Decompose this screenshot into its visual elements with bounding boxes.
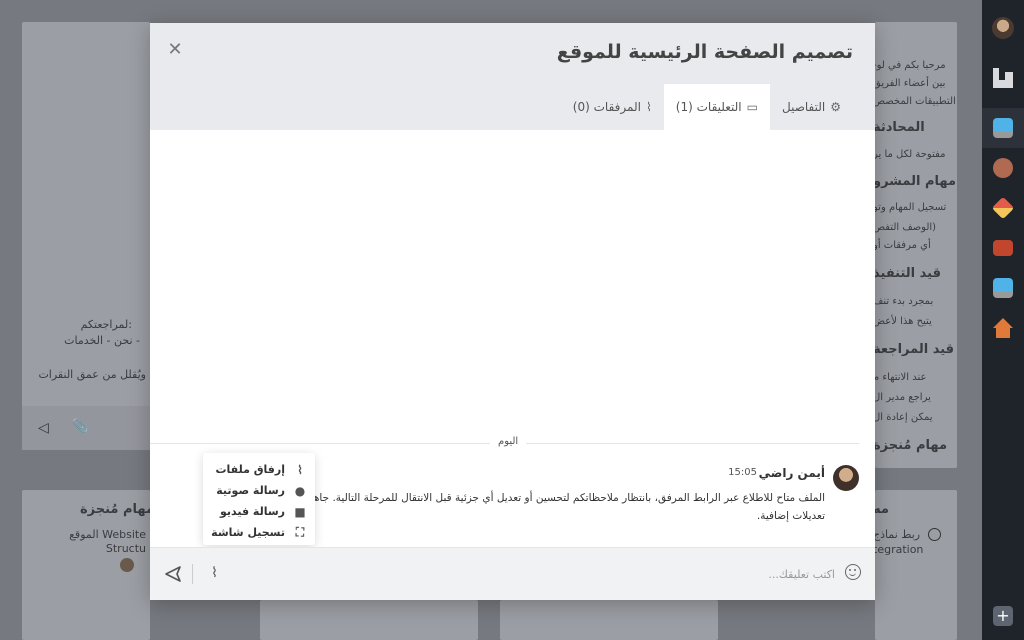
card-text: التطبيقات المخصص [875, 96, 956, 107]
board-card-left: لمراجعتكم: نحن - الخدمات - ويُقلل من عمق… [22, 22, 150, 450]
card-text: نحن - الخدمات - [64, 334, 140, 347]
sidebar-item-briefcase[interactable] [982, 228, 1024, 268]
card-text: يتيح هذا لأعض [875, 316, 932, 327]
microphone-icon: ● [294, 483, 306, 498]
user-avatar[interactable] [982, 8, 1024, 48]
board-card-bottom [260, 600, 478, 640]
card-text: بين أعضاء الفريق [875, 78, 946, 89]
screen-record-icon: ⛶ [295, 525, 305, 539]
avatar[interactable] [833, 465, 859, 491]
add-workspace-button[interactable]: + [993, 606, 1013, 626]
tab-label: المرفقات (0) [572, 100, 641, 114]
logo-icon [993, 68, 1013, 88]
card-title: مه [873, 502, 889, 517]
briefcase-icon [993, 240, 1013, 256]
comment-icon: ▭ [746, 100, 758, 114]
send-icon[interactable] [164, 565, 182, 583]
modal-title: تصميم الصفحة الرئيسية للموقع [556, 41, 853, 63]
paperclip-icon: ⌇ [297, 462, 303, 477]
sidebar-item-rocket[interactable] [982, 188, 1024, 228]
sidebar-item-coffee[interactable] [982, 148, 1024, 188]
paperclip-icon[interactable]: 📎 [72, 419, 88, 434]
coffee-icon [993, 158, 1013, 178]
card-text: ويُقلل من عمق النقرات [38, 368, 146, 381]
card-heading: قيد التنفيذ [875, 266, 941, 281]
card-text: Structu [105, 542, 146, 555]
card-text: مفتوحة لكل ما ير [875, 149, 946, 160]
gear-icon: ⚙ [830, 100, 841, 114]
menu-item-label: رسالة صوتية [216, 484, 285, 497]
board-card-bottom-left[interactable]: مهام مُنجزة الموقع Website Structu [22, 490, 154, 640]
card-text: يمكن إعادة ال [875, 412, 933, 423]
avatar [120, 558, 134, 572]
board-card-right: مرحبا بكم في لو- بين أعضاء الفريق التطبي… [875, 22, 957, 468]
tab-attachments[interactable]: ⌇ المرفقات (0) [561, 84, 664, 130]
divider [192, 564, 193, 584]
card-heading: قيد المراجعة [875, 342, 955, 357]
close-icon[interactable]: ✕ [166, 41, 184, 59]
card-heading: مهام مُنجزة [875, 438, 948, 453]
tab-details[interactable]: ⚙ التفاصيل [770, 84, 853, 130]
attach-menu: ⌇ إرفاق ملفات ● رسالة صوتية ■ رسالة فيدي… [203, 453, 315, 545]
menu-item-label: تسجيل شاشة [211, 526, 285, 539]
tab-label: التعليقات (1) [675, 100, 742, 114]
checkbox[interactable] [928, 528, 941, 541]
card-title: مهام مُنجزة [79, 502, 154, 517]
tab-bar: ⚙ التفاصيل ▭ التعليقات (1) ⌇ المرفقات (0… [561, 84, 853, 130]
video-camera-icon: ■ [294, 504, 306, 519]
app-logo[interactable] [982, 58, 1024, 98]
laptop-icon [993, 118, 1013, 138]
card-footer: ◁ 📎 [22, 406, 150, 450]
task-modal: تصميم الصفحة الرئيسية للموقع ✕ ⚙ التفاصي… [150, 23, 875, 600]
card-text: الموقع Website [69, 528, 146, 541]
card-text: (الوصف التفص [875, 222, 937, 233]
card-text: لمراجعتكم: [80, 318, 132, 331]
sidebar-item-laptop[interactable] [982, 108, 1024, 148]
card-text: أي مرفقات أو [875, 240, 931, 251]
comment-input[interactable] [375, 562, 835, 586]
board-card-bottom-right[interactable]: مه ربط نماذج tegration [873, 490, 957, 640]
menu-item-label: رسالة فيديو [220, 505, 285, 518]
sidebar-item-laptop-2[interactable] [982, 268, 1024, 308]
send-icon[interactable]: ◁ [38, 420, 49, 436]
card-text: tegration [873, 543, 924, 556]
card-text: بمجرد بدء تنف [875, 296, 934, 307]
card-text: تسجيل المهام وتو [875, 202, 947, 213]
sidebar-item-house[interactable] [982, 308, 1024, 348]
card-heading: مهام المشرو [875, 174, 957, 189]
paperclip-icon: ⌇ [645, 100, 652, 114]
comment-composer: ⌇ [150, 547, 875, 600]
card-text: عند الانتهاء م [875, 372, 927, 383]
paperclip-icon[interactable]: ⌇ [202, 565, 218, 583]
modal-header: تصميم الصفحة الرئيسية للموقع ✕ ⚙ التفاصي… [150, 23, 875, 130]
screen-record-option[interactable]: ⛶ تسجيل شاشة [211, 522, 307, 543]
date-divider-label: اليوم [490, 436, 527, 447]
attach-files-option[interactable]: ⌇ إرفاق ملفات [211, 459, 307, 480]
house-icon [993, 318, 1013, 338]
rocket-icon [991, 196, 1015, 220]
card-text: يراجع مدير ال [875, 392, 931, 403]
card-text: ربط نماذج [873, 528, 921, 541]
comment-text: الملف متاح للاطلاع عبر الرابط المرفق، با… [290, 492, 825, 522]
voice-message-option[interactable]: ● رسالة صوتية [211, 480, 307, 501]
comment-time: 15:05 [728, 467, 757, 478]
avatar [992, 17, 1014, 39]
laptop-icon [993, 278, 1013, 298]
card-heading: المحادثة [875, 120, 925, 135]
card-text: مرحبا بكم في لو- [875, 60, 946, 71]
tab-comments[interactable]: ▭ التعليقات (1) [663, 84, 770, 130]
board-card-bottom [500, 600, 718, 640]
app-sidebar: + [982, 0, 1024, 640]
comment-author[interactable]: أيمن راضي [759, 466, 825, 480]
tab-label: التفاصيل [781, 100, 826, 114]
video-message-option[interactable]: ■ رسالة فيديو [211, 501, 307, 522]
emoji-icon[interactable] [845, 564, 861, 580]
menu-item-label: إرفاق ملفات [215, 463, 285, 476]
